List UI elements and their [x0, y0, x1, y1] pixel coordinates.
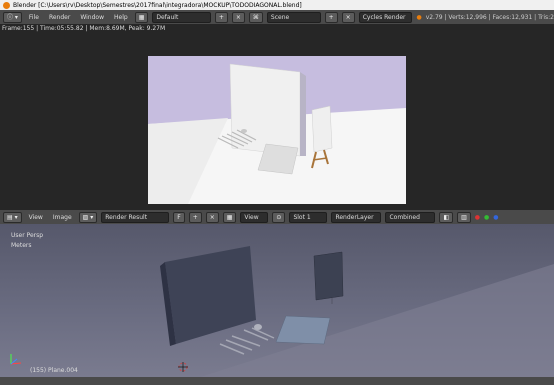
- view-mode-icon[interactable]: ▦: [222, 211, 237, 223]
- scene-field[interactable]: Scene: [266, 11, 321, 23]
- pivot-icon[interactable]: ⊙: [272, 211, 286, 223]
- window-title: Blender [C:\Users\rv\Desktop\Semestres\2…: [13, 1, 302, 9]
- menu-view[interactable]: View: [26, 214, 46, 221]
- display-channels-icon[interactable]: ◧: [439, 211, 454, 223]
- viewport-header[interactable]: [0, 377, 554, 385]
- layout-add-icon[interactable]: +: [214, 11, 228, 23]
- render-pass-select[interactable]: Combined: [385, 211, 436, 223]
- image-name-field[interactable]: Render Result: [101, 211, 170, 223]
- menu-render[interactable]: Render: [46, 14, 73, 21]
- window-titlebar: Blender [C:\Users\rv\Desktop\Semestres\2…: [0, 0, 554, 10]
- color-channel-green-icon[interactable]: ●: [484, 214, 489, 221]
- menu-image[interactable]: Image: [50, 214, 75, 221]
- image-editor-header: ▤ ▾ View Image ▨ ▾ Render Result F + × ▦…: [0, 210, 554, 224]
- scene-add-icon[interactable]: +: [324, 11, 338, 23]
- axis-gizmo-icon: [8, 352, 24, 366]
- editor-type-button[interactable]: ⓘ ▾: [3, 11, 22, 23]
- layout-field[interactable]: Default: [152, 11, 211, 23]
- color-channel-red-icon[interactable]: ●: [475, 214, 480, 221]
- slot-select[interactable]: Slot 1: [289, 211, 328, 223]
- layout-icon[interactable]: ▦: [134, 11, 149, 23]
- histogram-icon[interactable]: ▥: [457, 211, 471, 223]
- menu-file[interactable]: File: [26, 14, 42, 21]
- image-browse-icon[interactable]: ▨ ▾: [78, 211, 98, 223]
- image-pin-icon[interactable]: F: [173, 211, 185, 223]
- 3d-viewport[interactable]: User Persp Meters (155) Plane.004: [0, 224, 554, 377]
- render-info: Frame:155 | Time:05:55.82 | Mem:8.69M, P…: [2, 25, 166, 32]
- editor-type-button-2[interactable]: ▤ ▾: [3, 211, 22, 223]
- view-select[interactable]: View: [240, 211, 269, 223]
- info-header: ⓘ ▾ File Render Window Help ▦ Default + …: [0, 10, 554, 24]
- render-layer-select[interactable]: RenderLayer: [331, 211, 382, 223]
- menu-window[interactable]: Window: [77, 14, 107, 21]
- render-result-image: [148, 56, 406, 204]
- scene-stats: v2.79 | Verts:12,996 | Faces:12,931 | Tr…: [425, 13, 554, 21]
- menu-help[interactable]: Help: [111, 14, 131, 21]
- image-new-icon[interactable]: +: [188, 211, 202, 223]
- active-object-label: (155) Plane.004: [30, 367, 78, 374]
- scene-icon[interactable]: ⌘: [248, 11, 263, 23]
- render-engine-select[interactable]: Cycles Render: [358, 11, 413, 23]
- layout-remove-icon[interactable]: ×: [231, 11, 245, 23]
- blender-logo-icon: [3, 1, 10, 9]
- image-close-icon[interactable]: ×: [205, 211, 219, 223]
- scene-remove-icon[interactable]: ×: [341, 11, 355, 23]
- color-channel-blue-icon[interactable]: ●: [493, 214, 498, 221]
- blender-version-icon: ●: [416, 13, 422, 21]
